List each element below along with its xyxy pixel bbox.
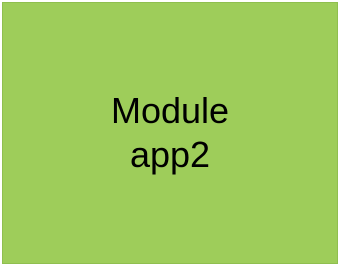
module-label-line-1: Module xyxy=(110,90,230,131)
module-label: Module app2 xyxy=(111,89,229,177)
module-box-app2: Module app2 xyxy=(2,2,338,264)
module-label-line-2: app2 xyxy=(129,134,211,175)
